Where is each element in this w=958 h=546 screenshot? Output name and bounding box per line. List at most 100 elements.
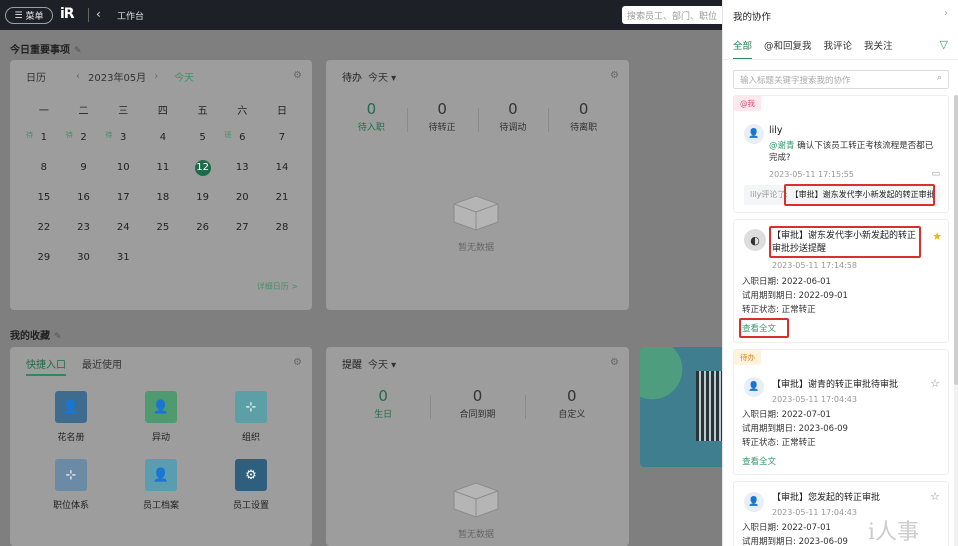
star-outline-icon[interactable]: ☆ [930, 490, 940, 503]
calendar-day[interactable]: 31 [103, 250, 143, 263]
calendar-day[interactable]: 28 [262, 220, 302, 233]
day-number: 29 [37, 252, 51, 263]
calendar-day[interactable]: 23 [64, 220, 104, 233]
stat-item[interactable]: 0 合同到期 [430, 387, 524, 420]
global-search-input[interactable]: 搜索员工、部门、职位 [622, 6, 732, 24]
calendar-day[interactable]: 27 [222, 220, 262, 233]
collab-card[interactable]: 待办 👤 【审批】谢青的转正审批待审批 ☆ 2023-05-11 17:04:4… [733, 349, 949, 475]
collab-card[interactable]: ◐ 【审批】谢东发代李小新发起的转正审批抄送提醒 ★ 2023-05-11 17… [733, 219, 949, 343]
comment-icon[interactable]: ▭ [931, 169, 940, 179]
gear-icon[interactable]: ⚙ [610, 357, 619, 368]
shortcut-item[interactable]: 👤 员工档案 [131, 459, 191, 511]
gear-icon[interactable]: ⚙ [610, 70, 619, 81]
todo-filter-select[interactable]: 今天 ▾ [368, 69, 396, 84]
calendar-day[interactable]: 21 [262, 190, 302, 203]
calendar-day[interactable]: 14 [262, 160, 302, 173]
day-number: 9 [80, 162, 87, 173]
prev-month-icon[interactable]: ‹ [76, 71, 80, 82]
user-avatar-icon: 👤 [744, 124, 764, 144]
tab-mentions[interactable]: @和回复我 [764, 38, 812, 60]
next-month-icon[interactable]: › [154, 71, 158, 82]
collab-card[interactable]: @我 👤 lily @谢青 确认下该员工转正考核流程是否都已完成? 2023-0… [733, 95, 949, 213]
calendar-day[interactable]: 待2 [64, 130, 104, 143]
stat-label: 待转正 [428, 123, 456, 133]
search-icon[interactable]: ⌕ [937, 73, 942, 83]
stat-item[interactable]: 0 待入职 [336, 100, 407, 133]
reminder-filter-select[interactable]: 今天 ▾ [368, 356, 396, 371]
filter-icon[interactable]: ▽ [940, 38, 948, 51]
calendar-day[interactable]: 30 [64, 250, 104, 263]
timestamp: 2023-05-11 17:04:43 [772, 508, 857, 517]
star-filled-icon[interactable]: ★ [932, 230, 942, 243]
shortcut-item[interactable]: ⚙ 员工设置 [221, 459, 281, 511]
star-outline-icon[interactable]: ☆ [930, 377, 940, 390]
calendar-day[interactable]: 5 [183, 130, 223, 143]
calendar-week-row: 29 30 31 [24, 250, 302, 280]
calendar-day[interactable]: 9 [64, 160, 104, 173]
calendar-day[interactable]: 19 [183, 190, 223, 203]
stat-item[interactable]: 0 自定义 [524, 387, 619, 420]
tab-all[interactable]: 全部 [733, 38, 753, 60]
chevron-right-icon[interactable]: › [944, 8, 948, 19]
comment-text: @谢青 确认下该员工转正考核流程是否都已完成? [769, 141, 934, 163]
calendar-month[interactable]: 2023年05月 [88, 69, 146, 84]
calendar-day [222, 250, 262, 252]
card-title[interactable]: 【审批】谢青的转正审批待审批 [772, 379, 898, 392]
calendar-day[interactable]: 8 [24, 160, 64, 173]
tab-my-comments[interactable]: 我评论 [824, 38, 853, 60]
card-title[interactable]: 【审批】您发起的转正审批 [772, 492, 880, 505]
stat-item[interactable]: 0 待转正 [406, 100, 478, 133]
calendar-day[interactable]: 待1 [24, 130, 64, 143]
calendar-day[interactable]: 7 [262, 130, 302, 143]
day-number: 21 [275, 192, 289, 203]
tab-following[interactable]: 我关注 [864, 38, 893, 60]
timestamp: 2023-05-11 17:14:58 [772, 261, 857, 270]
tab-shortcuts[interactable]: 快捷入口 [26, 356, 66, 376]
shortcut-label: 花名册 [57, 433, 85, 443]
calendar-day[interactable]: 17 [103, 190, 143, 203]
edit-icon[interactable]: ✎ [74, 46, 82, 56]
stat-item[interactable]: 0 生日 [336, 387, 430, 420]
calendar-day[interactable]: 10 [103, 160, 143, 173]
calendar-day[interactable]: 13 [222, 160, 262, 173]
promo-banner[interactable] [640, 347, 730, 467]
scrollbar[interactable] [954, 95, 958, 546]
tab-recent[interactable]: 最近使用 [82, 356, 122, 376]
shortcut-item[interactable]: ⊹ 职位体系 [41, 459, 101, 511]
mention-user[interactable]: @谢青 [769, 141, 795, 151]
calendar-day[interactable]: 12 [183, 160, 223, 176]
calendar-day[interactable]: 20 [222, 190, 262, 203]
today-button[interactable]: 今天 [174, 69, 194, 84]
calendar-day[interactable]: 15 [24, 190, 64, 203]
calendar-day[interactable]: 24 [103, 220, 143, 233]
collaboration-panel: 我的协作 › 全部 @和回复我 我评论 我关注 ▽ 输入标题关键字搜索我的协作 … [722, 0, 958, 546]
scrollbar-thumb[interactable] [954, 95, 958, 385]
shortcut-item[interactable]: 👤 花名册 [41, 391, 101, 443]
shortcut-label: 组织 [241, 433, 260, 443]
shortcut-item[interactable]: 👤 异动 [131, 391, 191, 443]
calendar-day[interactable]: 18 [143, 190, 183, 203]
stat-label: 合同到期 [459, 410, 496, 420]
stat-item[interactable]: 0 待调动 [477, 100, 549, 133]
shortcut-item[interactable]: ⊹ 组织 [221, 391, 281, 443]
calendar-day[interactable]: 29 [24, 250, 64, 263]
calendar-day[interactable]: 25 [143, 220, 183, 233]
calendar-day[interactable]: 22 [24, 220, 64, 233]
calendar-day[interactable]: 11 [143, 160, 183, 173]
calendar-detail-link[interactable]: 详细日历 > [257, 281, 298, 292]
calendar-day[interactable]: 26 [183, 220, 223, 233]
edit-icon[interactable]: ✎ [54, 332, 62, 342]
calendar-day[interactable]: 16 [64, 190, 104, 203]
gear-icon[interactable]: ⚙ [293, 70, 302, 81]
back-icon[interactable]: ‹ [96, 7, 101, 21]
stat-count: 0 [366, 100, 377, 118]
view-full-link[interactable]: 查看全文 [742, 455, 776, 467]
calendar-day[interactable]: 班6 [222, 130, 262, 143]
calendar-day[interactable]: 待3 [103, 130, 143, 143]
gear-icon[interactable]: ⚙ [293, 357, 302, 368]
stat-item[interactable]: 0 待离职 [548, 100, 619, 133]
calendar-day[interactable]: 4 [143, 130, 183, 143]
collab-search-input[interactable]: 输入标题关键字搜索我的协作 ⌕ [733, 70, 949, 89]
empty-text: 暂无数据 [458, 530, 495, 540]
menu-button[interactable]: ☰ 菜单 [5, 7, 53, 24]
